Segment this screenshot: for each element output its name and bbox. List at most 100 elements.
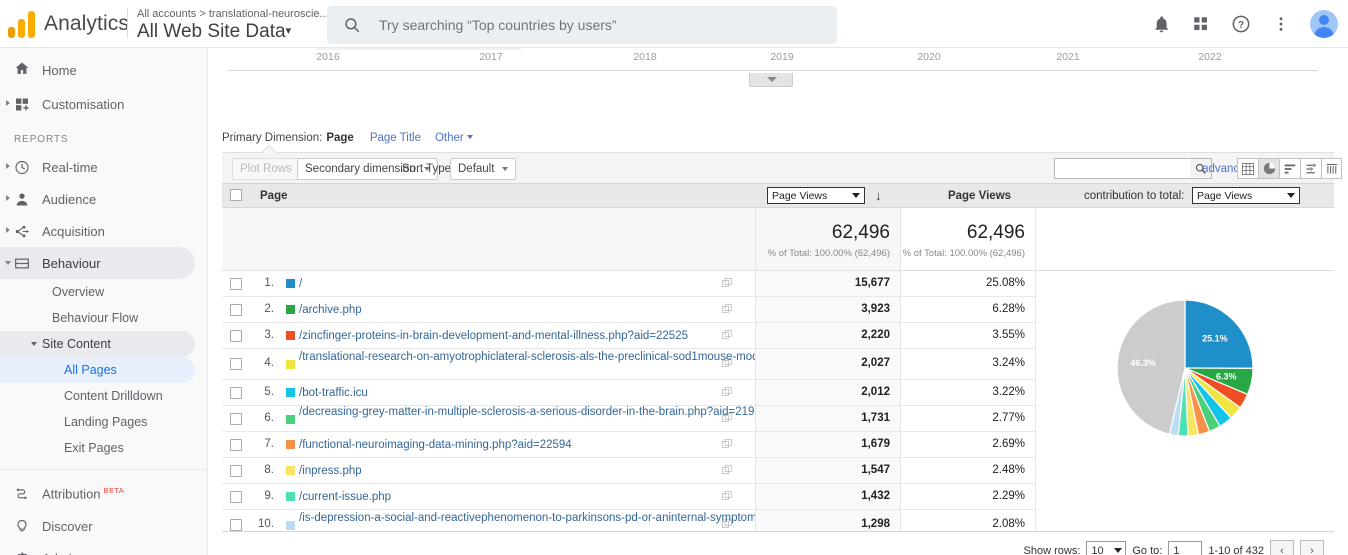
goto-label: Go to: — [1132, 545, 1162, 555]
row-index: 9. — [252, 490, 274, 502]
sidebar-item-label: Content Drilldown — [64, 389, 163, 403]
sort-type-select[interactable]: Default — [450, 158, 516, 180]
open-in-new-icon[interactable] — [722, 330, 733, 344]
goto-input[interactable]: 1 — [1168, 541, 1202, 555]
open-in-new-icon[interactable] — [722, 491, 733, 505]
attribution-icon — [14, 486, 30, 502]
primary-dimension-page-title[interactable]: Page Title — [370, 132, 421, 144]
sidebar-item-landing-pages[interactable]: Landing Pages — [0, 409, 195, 435]
series-color-swatch — [286, 279, 295, 288]
breadcrumb[interactable]: All accounts > translational-neuroscie..… — [137, 8, 329, 20]
prev-page-button[interactable]: ‹ — [1270, 540, 1294, 555]
global-search[interactable] — [327, 6, 837, 44]
sidebar-item-label: All Pages — [64, 363, 117, 377]
primary-dimension-other[interactable]: Other — [435, 132, 473, 144]
row-index: 5. — [252, 386, 274, 398]
expand-arrow-icon — [6, 163, 10, 169]
sidebar-item-site-content[interactable]: Site Content — [0, 331, 195, 357]
axis-tick: 2020 — [917, 51, 940, 63]
row-checkbox[interactable] — [230, 278, 242, 293]
apps-grid-icon[interactable] — [1190, 13, 1212, 35]
pie-view-icon[interactable] — [1258, 158, 1279, 179]
totals-pageviews-cell: 62,496 % of Total: 100.00% (62,496) — [755, 208, 900, 270]
open-in-new-icon[interactable] — [722, 387, 733, 401]
open-in-new-icon[interactable] — [722, 465, 733, 479]
pageviews-pct-value: 25.08% — [986, 277, 1025, 289]
show-rows-select[interactable]: 10 — [1086, 541, 1126, 555]
pageviews-cell: 1,679 — [755, 432, 900, 457]
avatar[interactable] — [1310, 10, 1338, 38]
chart-panel-edge — [314, 48, 524, 50]
totals-value: 62,496 — [832, 222, 890, 244]
sidebar-item-behaviour[interactable]: Behaviour — [0, 247, 195, 279]
open-in-new-icon[interactable] — [722, 358, 733, 372]
sidebar-item-behaviour-flow[interactable]: Behaviour Flow — [0, 305, 195, 331]
sidebar-item-content-drilldown[interactable]: Content Drilldown — [0, 383, 195, 409]
pageviews-cell: 1,432 — [755, 484, 900, 509]
pageviews-value: 2,027 — [861, 357, 890, 369]
sidebar-item-acquisition[interactable]: Acquisition — [0, 215, 195, 247]
table-view-icon[interactable] — [1237, 158, 1258, 179]
row-checkbox[interactable] — [230, 413, 242, 428]
open-in-new-icon[interactable] — [722, 413, 733, 427]
sort-direction-icon[interactable]: ↓ — [875, 189, 882, 202]
pageviews-pct-value: 3.55% — [992, 329, 1025, 341]
sidebar-item-discover[interactable]: Discover — [0, 510, 195, 542]
help-icon[interactable]: ? — [1230, 13, 1252, 35]
pageviews-value: 2,012 — [861, 386, 890, 398]
axis-tick: 2017 — [479, 51, 502, 63]
table-totals-row: 62,496 % of Total: 100.00% (62,496) 62,4… — [222, 208, 1334, 271]
primary-dimension-label: Primary Dimension: — [222, 132, 322, 144]
row-checkbox[interactable] — [230, 439, 242, 454]
next-page-button[interactable]: › — [1300, 540, 1324, 555]
sidebar-item-label: Behaviour Flow — [52, 311, 138, 325]
sidebar-item-all-pages[interactable]: All Pages — [0, 357, 195, 383]
bell-icon[interactable] — [1150, 13, 1172, 35]
bar-view-icon[interactable] — [1279, 158, 1300, 179]
pageviews-value: 3,923 — [861, 303, 890, 315]
contribution-metric-select[interactable]: Page Views — [1192, 187, 1300, 204]
row-checkbox[interactable] — [230, 465, 242, 480]
bulb-icon — [14, 518, 30, 534]
behaviour-icon — [14, 255, 30, 271]
comparison-view-icon[interactable] — [1300, 158, 1321, 179]
sidebar-divider — [0, 469, 207, 470]
sidebar-item-label: Landing Pages — [64, 415, 147, 429]
open-in-new-icon[interactable] — [722, 304, 733, 318]
table-search-input[interactable] — [1054, 158, 1194, 179]
pageviews-pct-value: 2.69% — [992, 438, 1025, 450]
metric-select[interactable]: Page Views — [767, 187, 865, 204]
sidebar-item-real-time[interactable]: Real-time — [0, 151, 195, 183]
row-checkbox[interactable] — [230, 387, 242, 402]
series-color-swatch — [286, 440, 295, 449]
row-checkbox[interactable] — [230, 330, 242, 345]
sidebar-item-admin[interactable]: Admin — [0, 542, 195, 555]
row-checkbox[interactable] — [230, 358, 242, 373]
row-checkbox[interactable] — [230, 491, 242, 506]
open-in-new-icon[interactable] — [722, 439, 733, 453]
chart-collapse-handle[interactable] — [749, 73, 793, 87]
primary-dimension-selected[interactable]: Page — [326, 132, 354, 144]
row-index: 10. — [252, 518, 274, 530]
sidebar-item-home[interactable]: Home — [0, 52, 195, 88]
sidebar-item-attribution[interactable]: AttributionBETA — [0, 478, 195, 510]
plot-rows-button[interactable]: Plot Rows — [232, 158, 300, 180]
property-selector[interactable]: All Web Site Data▾ — [137, 21, 291, 43]
show-rows-label: Show rows: — [1024, 545, 1081, 555]
more-vert-icon[interactable] — [1270, 13, 1292, 35]
pageviews-cell: 2,012 — [755, 380, 900, 405]
open-in-new-icon[interactable] — [722, 278, 733, 292]
pageviews-pct-cell: 25.08% — [900, 271, 1035, 296]
pivot-view-icon[interactable] — [1321, 158, 1342, 179]
select-all-checkbox[interactable] — [230, 189, 242, 204]
primary-dimension-row: Primary Dimension: Page Page Title Other — [222, 132, 473, 144]
clock-icon — [14, 159, 30, 175]
sidebar-item-exit-pages[interactable]: Exit Pages — [0, 435, 195, 461]
sidebar-item-overview[interactable]: Overview — [0, 279, 195, 305]
sidebar-item-audience[interactable]: Audience — [0, 183, 195, 215]
row-checkbox[interactable] — [230, 304, 242, 319]
sidebar-item-customisation[interactable]: Customisation — [0, 88, 195, 120]
data-table: Page Page Views ↓ Page Views contributio… — [222, 183, 1334, 541]
search-input[interactable] — [377, 6, 827, 44]
contribution-pie-chart: 25.1%6.3%46.3% — [1035, 271, 1334, 553]
